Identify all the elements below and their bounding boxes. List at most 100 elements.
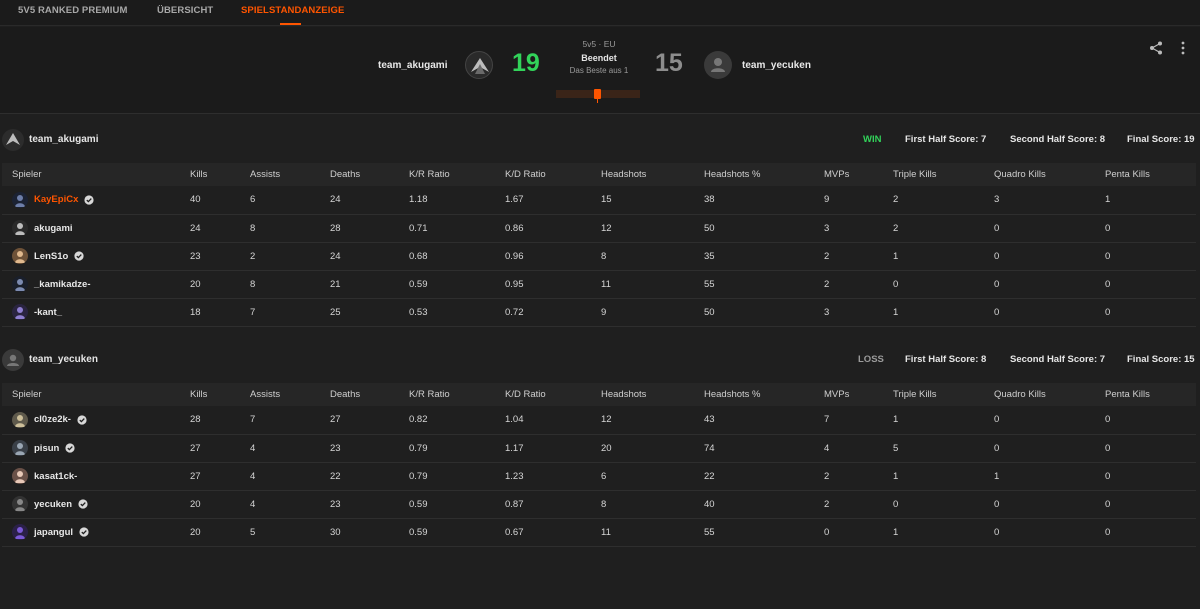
col-mvps[interactable]: MVPs (814, 383, 883, 406)
stat-deaths: 21 (320, 270, 399, 299)
team2-name[interactable]: team_yecuken (742, 60, 811, 71)
player-avatar[interactable] (12, 468, 28, 484)
tab-overview[interactable]: ÜBERSICHT (157, 5, 213, 16)
player-avatar[interactable] (12, 524, 28, 540)
player-name[interactable]: kasat1ck- (34, 471, 77, 482)
match-header: team_akugami 19 5v5 · EU Beendet Das Bes… (0, 27, 1200, 114)
stat-quadro-kills: 3 (984, 186, 1095, 215)
player-cell: akugami (2, 214, 180, 243)
stat-headshots: 11 (591, 270, 694, 299)
stat-headshots-pct: 38 (694, 186, 814, 215)
col-triple-kills[interactable]: Triple Kills (883, 383, 984, 406)
player-name[interactable]: -kant_ (34, 307, 62, 318)
player-avatar[interactable] (12, 304, 28, 320)
stat-kills: 27 (180, 462, 240, 491)
player-avatar[interactable] (12, 276, 28, 292)
avatar-image-icon (15, 527, 25, 539)
stat-deaths: 30 (320, 518, 399, 547)
team1-second-half: Second Half Score: 8 (1010, 134, 1106, 145)
stat-headshots: 15 (591, 186, 694, 215)
col-kr-ratio[interactable]: K/R Ratio (399, 163, 495, 186)
player-info: kasat1ck- (12, 468, 180, 484)
stat-kd-ratio: 1.17 (495, 434, 591, 463)
stat-penta-kills: 0 (1095, 518, 1196, 547)
col-headshots[interactable]: Headshots (591, 163, 694, 186)
player-name[interactable]: _kamikadze- (34, 279, 91, 290)
player-avatar[interactable] (12, 191, 28, 208)
team2-section-avatar[interactable] (2, 349, 24, 371)
team1-name[interactable]: team_akugami (378, 60, 447, 71)
tab-5v5-ranked-premium[interactable]: 5V5 RANKED PREMIUM (18, 5, 127, 16)
col-quadro-kills[interactable]: Quadro Kills (984, 383, 1095, 406)
stat-kr-ratio: 0.53 (399, 298, 495, 327)
team1-section-avatar[interactable] (2, 129, 24, 151)
avatar-image-icon (15, 279, 25, 291)
col-headshots-pct[interactable]: Headshots % (694, 383, 814, 406)
team1-section-name[interactable]: team_akugami (29, 134, 98, 145)
stat-headshots: 11 (591, 518, 694, 547)
col-kills[interactable]: Kills (180, 163, 240, 186)
player-info: -kant_ (12, 304, 180, 320)
player-cell: _kamikadze- (2, 270, 180, 299)
player-name[interactable]: akugami (34, 223, 73, 234)
table-row: akugami 24 8 28 0.71 0.86 12 50 3 2 0 0 (2, 214, 1196, 243)
col-player[interactable]: Spieler (2, 163, 180, 186)
stat-headshots-pct: 55 (694, 270, 814, 299)
player-name[interactable]: pisun (34, 443, 59, 454)
col-kd-ratio[interactable]: K/D Ratio (495, 383, 591, 406)
player-avatar[interactable] (12, 496, 28, 512)
user-placeholder-icon (7, 354, 19, 366)
stat-kd-ratio: 1.23 (495, 462, 591, 491)
col-penta-kills[interactable]: Penta Kills (1095, 383, 1196, 406)
team1-avatar[interactable] (465, 51, 493, 79)
player-avatar[interactable] (12, 440, 28, 456)
match-mode: 5v5 · EU (582, 39, 616, 49)
table-row: _kamikadze- 20 8 21 0.59 0.95 11 55 2 0 0 0 (2, 270, 1196, 299)
tab-scoreboard[interactable]: SPIELSTANDANZEIGE (241, 5, 344, 16)
col-player[interactable]: Spieler (2, 383, 180, 406)
col-headshots[interactable]: Headshots (591, 383, 694, 406)
stat-headshots-pct: 43 (694, 406, 814, 435)
col-kd-ratio[interactable]: K/D Ratio (495, 163, 591, 186)
col-headshots-pct[interactable]: Headshots % (694, 163, 814, 186)
player-name[interactable]: japangul (34, 527, 73, 538)
more-vertical-icon[interactable] (1178, 40, 1188, 56)
team2-section: team_yecuken LOSS First Half Score: 8 Se… (0, 346, 1200, 547)
player-name[interactable]: KayEpiCx (34, 194, 78, 205)
player-avatar[interactable] (12, 411, 28, 428)
col-assists[interactable]: Assists (240, 163, 320, 186)
player-avatar[interactable] (12, 248, 28, 264)
player-name[interactable]: yecuken (34, 499, 72, 510)
stat-quadro-kills: 0 (984, 406, 1095, 435)
share-icon[interactable] (1148, 40, 1164, 56)
stat-mvps: 2 (814, 462, 883, 491)
stat-assists: 7 (240, 298, 320, 327)
stat-penta-kills: 0 (1095, 434, 1196, 463)
team2-result: LOSS (858, 354, 884, 365)
player-avatar[interactable] (12, 220, 28, 236)
col-deaths[interactable]: Deaths (320, 163, 399, 186)
team2-score: 15 (655, 49, 683, 77)
stat-quadro-kills: 0 (984, 214, 1095, 243)
stat-headshots-pct: 22 (694, 462, 814, 491)
col-penta-kills[interactable]: Penta Kills (1095, 163, 1196, 186)
col-assists[interactable]: Assists (240, 383, 320, 406)
stat-headshots-pct: 74 (694, 434, 814, 463)
col-deaths[interactable]: Deaths (320, 383, 399, 406)
team2-section-name[interactable]: team_yecuken (29, 354, 98, 365)
col-kills[interactable]: Kills (180, 383, 240, 406)
col-kr-ratio[interactable]: K/R Ratio (399, 383, 495, 406)
player-name[interactable]: cl0ze2k- (34, 414, 71, 425)
col-mvps[interactable]: MVPs (814, 163, 883, 186)
stat-penta-kills: 0 (1095, 462, 1196, 491)
stat-kr-ratio: 0.59 (399, 270, 495, 299)
team2-avatar[interactable] (704, 51, 732, 79)
col-quadro-kills[interactable]: Quadro Kills (984, 163, 1095, 186)
col-triple-kills[interactable]: Triple Kills (883, 163, 984, 186)
stat-kr-ratio: 0.68 (399, 242, 495, 271)
stat-kd-ratio: 0.87 (495, 490, 591, 519)
player-name[interactable]: LenS1o (34, 251, 68, 262)
team2-second-half: Second Half Score: 7 (1010, 354, 1106, 365)
verified-check-icon (78, 499, 88, 509)
stat-assists: 4 (240, 462, 320, 491)
